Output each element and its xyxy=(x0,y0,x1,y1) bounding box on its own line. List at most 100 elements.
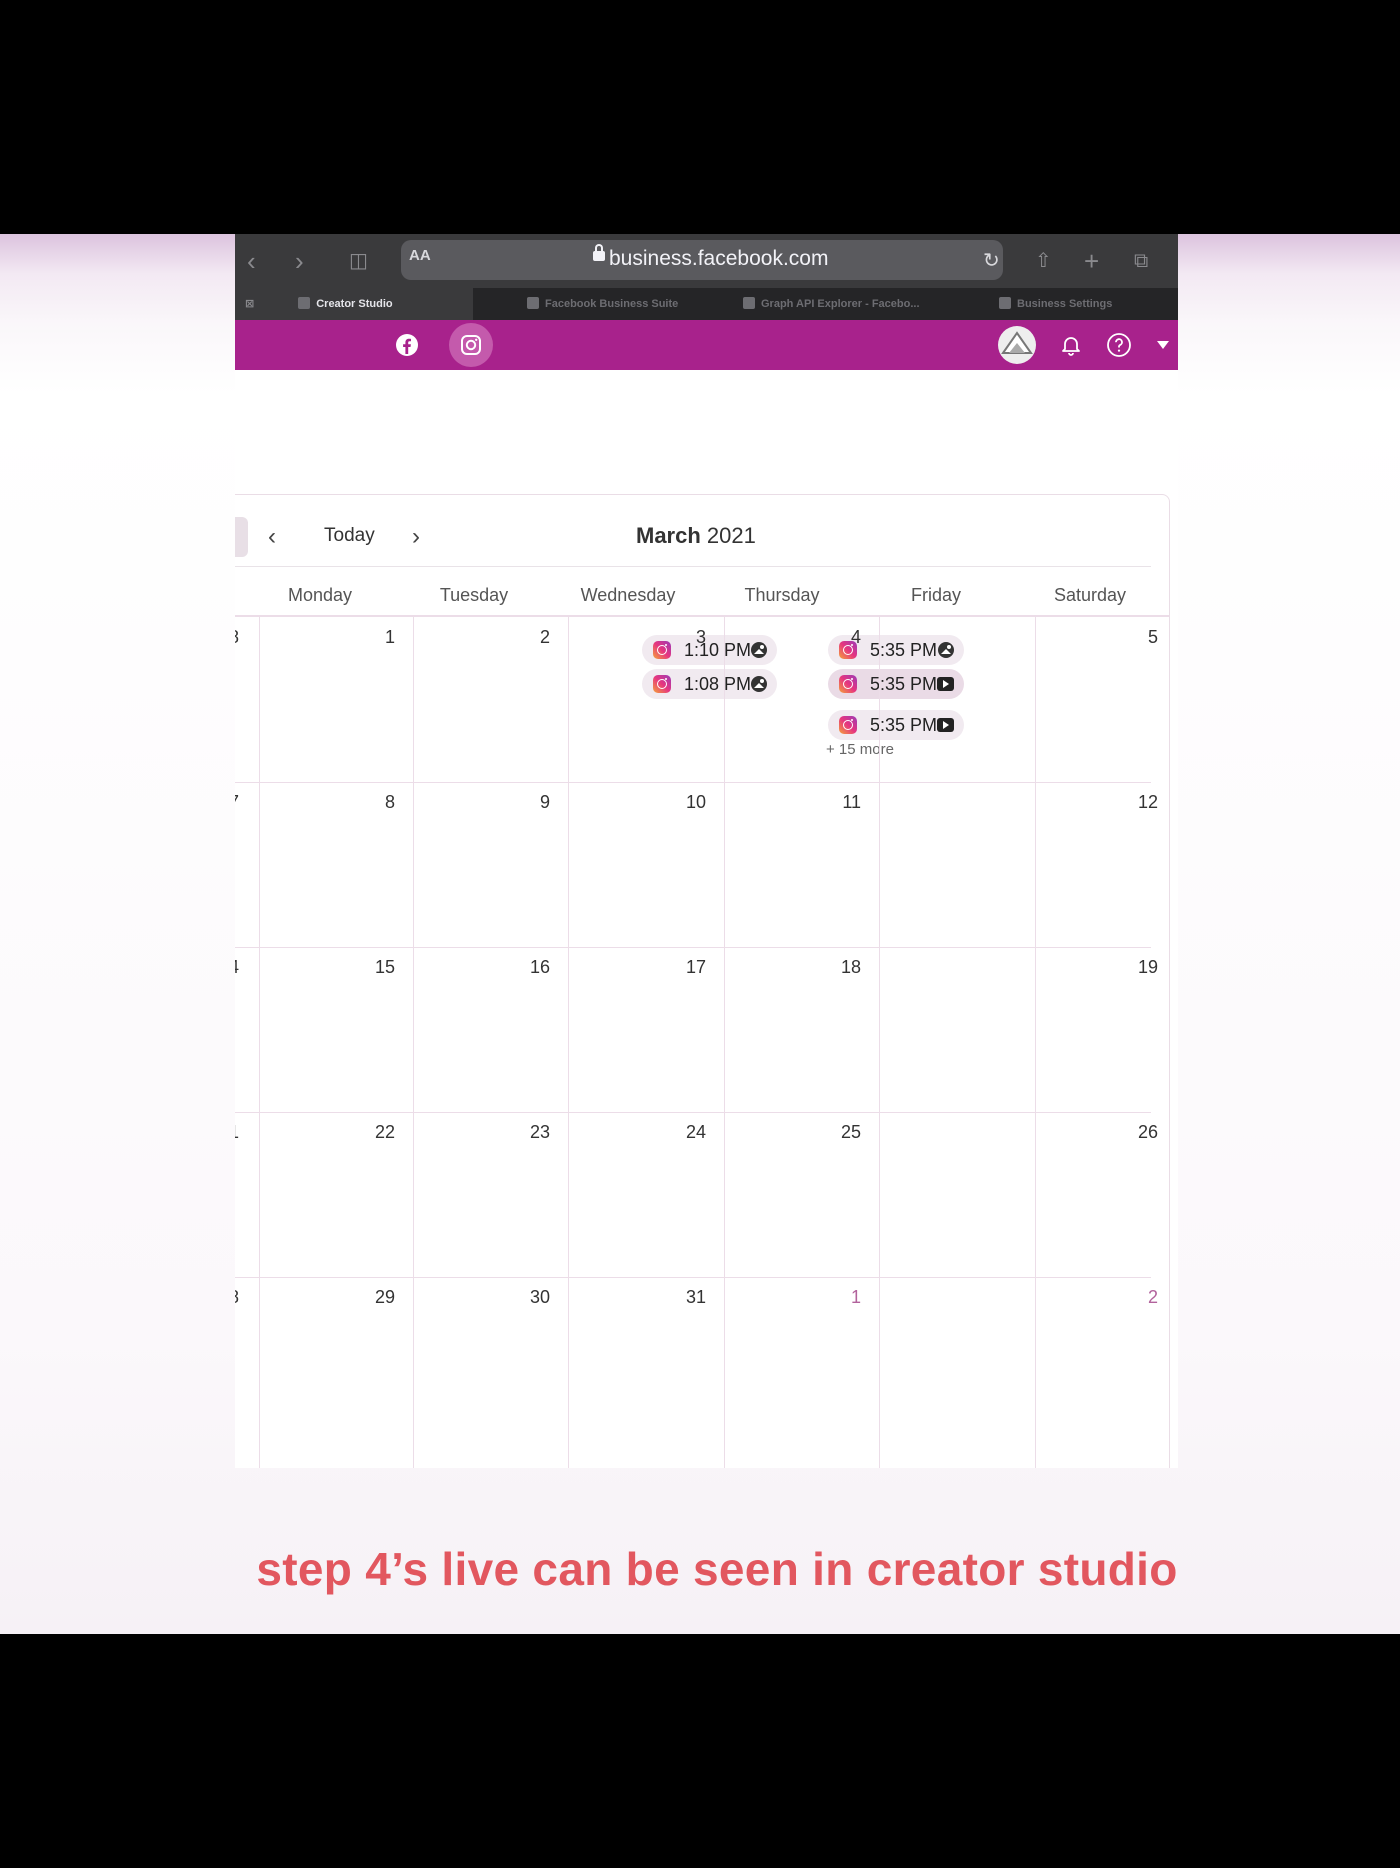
day-cell[interactable] xyxy=(880,948,1035,1112)
month-name: March xyxy=(636,523,701,548)
video-frame: ‹ › ◫ AA business.facebook.com ↻ ⇧ + ⧉ ⊠… xyxy=(0,234,1400,1634)
back-icon[interactable]: ‹ xyxy=(247,246,256,276)
bookmarks-icon[interactable]: ◫ xyxy=(349,246,368,276)
day-number: 8 xyxy=(235,627,239,648)
tab-favicon xyxy=(298,297,311,309)
facebook-icon xyxy=(396,334,418,356)
grid-column-line xyxy=(1035,617,1036,1468)
tab-favicon xyxy=(999,297,1011,309)
day-number: 31 xyxy=(685,1287,706,1307)
forward-icon[interactable]: › xyxy=(295,246,304,276)
grid-row-line xyxy=(235,782,1151,783)
day-number: 1 xyxy=(850,1287,861,1307)
day-number: 16 xyxy=(529,957,550,977)
post-time: 5:35 PM xyxy=(870,715,938,735)
facebook-tab-button[interactable] xyxy=(385,320,429,370)
day-cell[interactable] xyxy=(880,1113,1035,1277)
photo-post-icon xyxy=(751,676,767,692)
scheduled-post-pill[interactable]: 5:35 PM xyxy=(828,710,964,740)
instagram-icon xyxy=(839,675,857,693)
day-number: 11 xyxy=(842,792,861,812)
weekday-tuesday: Tuesday xyxy=(439,585,509,605)
scheduled-post-pill[interactable]: 5:35 PM xyxy=(828,669,964,699)
grid-column-line xyxy=(879,617,880,1468)
day-number: 30 xyxy=(529,1287,550,1307)
notifications-button[interactable] xyxy=(1056,320,1086,370)
tab-favicon xyxy=(743,297,755,309)
video-caption: step 4’s live can be seen in creator stu… xyxy=(256,1543,1178,1595)
help-button[interactable] xyxy=(1104,320,1134,370)
day-number: 2 xyxy=(1147,1287,1158,1307)
reload-icon[interactable]: ↻ xyxy=(983,246,1000,276)
today-button[interactable]: Today xyxy=(324,525,375,547)
year: 2021 xyxy=(706,523,756,548)
browser-toolbar: ‹ › ◫ AA business.facebook.com ↻ ⇧ + ⧉ xyxy=(235,234,1178,288)
avatar[interactable] xyxy=(995,320,1039,370)
day-number: 8 xyxy=(384,792,395,812)
weekday-saturday: Saturday xyxy=(1053,585,1127,605)
day-number: 26 xyxy=(1137,1122,1158,1142)
weekday-monday: Monday xyxy=(287,585,353,605)
day-number: 19 xyxy=(1137,957,1158,977)
account-menu-button[interactable] xyxy=(1153,320,1173,370)
grid-row-line xyxy=(235,947,1151,948)
day-number: 1 xyxy=(235,1122,239,1143)
caret-down-icon xyxy=(1157,341,1169,349)
calendar: ‹ Today › March 2021 Monday Tuesday Wedn… xyxy=(235,494,1170,1468)
day-number: 8 xyxy=(235,1287,239,1308)
text-size-button[interactable]: AA xyxy=(409,247,431,264)
help-icon xyxy=(1107,333,1131,357)
url-text: business.facebook.com xyxy=(609,247,829,270)
instagram-icon xyxy=(653,675,671,693)
day-number: 17 xyxy=(685,957,706,977)
day-number: 2 xyxy=(539,627,550,647)
video-post-icon xyxy=(937,677,954,691)
photo-post-icon xyxy=(751,642,767,658)
close-tab-icon[interactable]: ⊠ xyxy=(245,298,254,310)
day-number: 12 xyxy=(1137,792,1158,812)
post-time: 5:35 PM xyxy=(870,640,938,660)
next-month-button[interactable]: › xyxy=(412,523,420,551)
day-number: 23 xyxy=(529,1122,550,1142)
ipad-screen: ‹ › ◫ AA business.facebook.com ↻ ⇧ + ⧉ ⊠… xyxy=(235,234,1178,1468)
weekday-friday: Friday xyxy=(910,585,961,605)
prev-month-button[interactable]: ‹ xyxy=(268,523,276,551)
scheduled-post-pill[interactable]: 1:08 PM xyxy=(642,669,777,699)
grid-column-line xyxy=(259,617,260,1468)
view-toggle[interactable] xyxy=(235,517,248,557)
day-number: 3 xyxy=(695,627,706,647)
day-cell[interactable] xyxy=(880,783,1035,947)
tab-graph-api-explorer[interactable]: Graph API Explorer - Facebo... xyxy=(735,288,943,320)
avatar-image xyxy=(998,326,1036,364)
day-number: 4 xyxy=(235,957,239,978)
instagram-tab-button[interactable] xyxy=(449,323,493,367)
tabs-overview-icon[interactable]: ⧉ xyxy=(1134,246,1148,276)
more-posts-link[interactable]: + 15 more xyxy=(826,741,894,758)
day-number: 29 xyxy=(374,1287,395,1307)
tab-business-suite[interactable]: Facebook Business Suite xyxy=(507,288,727,320)
header-divider xyxy=(235,566,1151,567)
grid-row-line xyxy=(235,1277,1151,1278)
instagram-icon xyxy=(839,716,857,734)
grid-column-line xyxy=(413,617,414,1468)
day-number: 1 xyxy=(384,627,395,647)
bell-icon xyxy=(1062,337,1080,356)
day-number: 4 xyxy=(850,627,861,647)
tab-creator-studio[interactable]: ⊠ Creator Studio xyxy=(235,288,473,320)
weekday-thursday: Thursday xyxy=(744,585,820,605)
day-number: 5 xyxy=(1147,627,1158,647)
day-number: 7 xyxy=(235,792,239,813)
weekday-wednesday: Wednesday xyxy=(580,585,676,605)
share-icon[interactable]: ⇧ xyxy=(1035,246,1052,276)
grid-column-line xyxy=(724,617,725,1468)
day-cell[interactable] xyxy=(880,1278,1035,1442)
new-tab-icon[interactable]: + xyxy=(1084,246,1099,276)
post-time: 5:35 PM xyxy=(870,674,938,694)
photo-post-icon xyxy=(938,642,954,658)
grid-row-line xyxy=(235,1112,1151,1113)
day-number: 25 xyxy=(840,1122,861,1142)
lock-icon xyxy=(593,244,605,261)
day-number: 18 xyxy=(840,957,861,977)
tab-business-settings[interactable]: Business Settings xyxy=(999,288,1178,320)
day-number: 10 xyxy=(685,792,706,812)
